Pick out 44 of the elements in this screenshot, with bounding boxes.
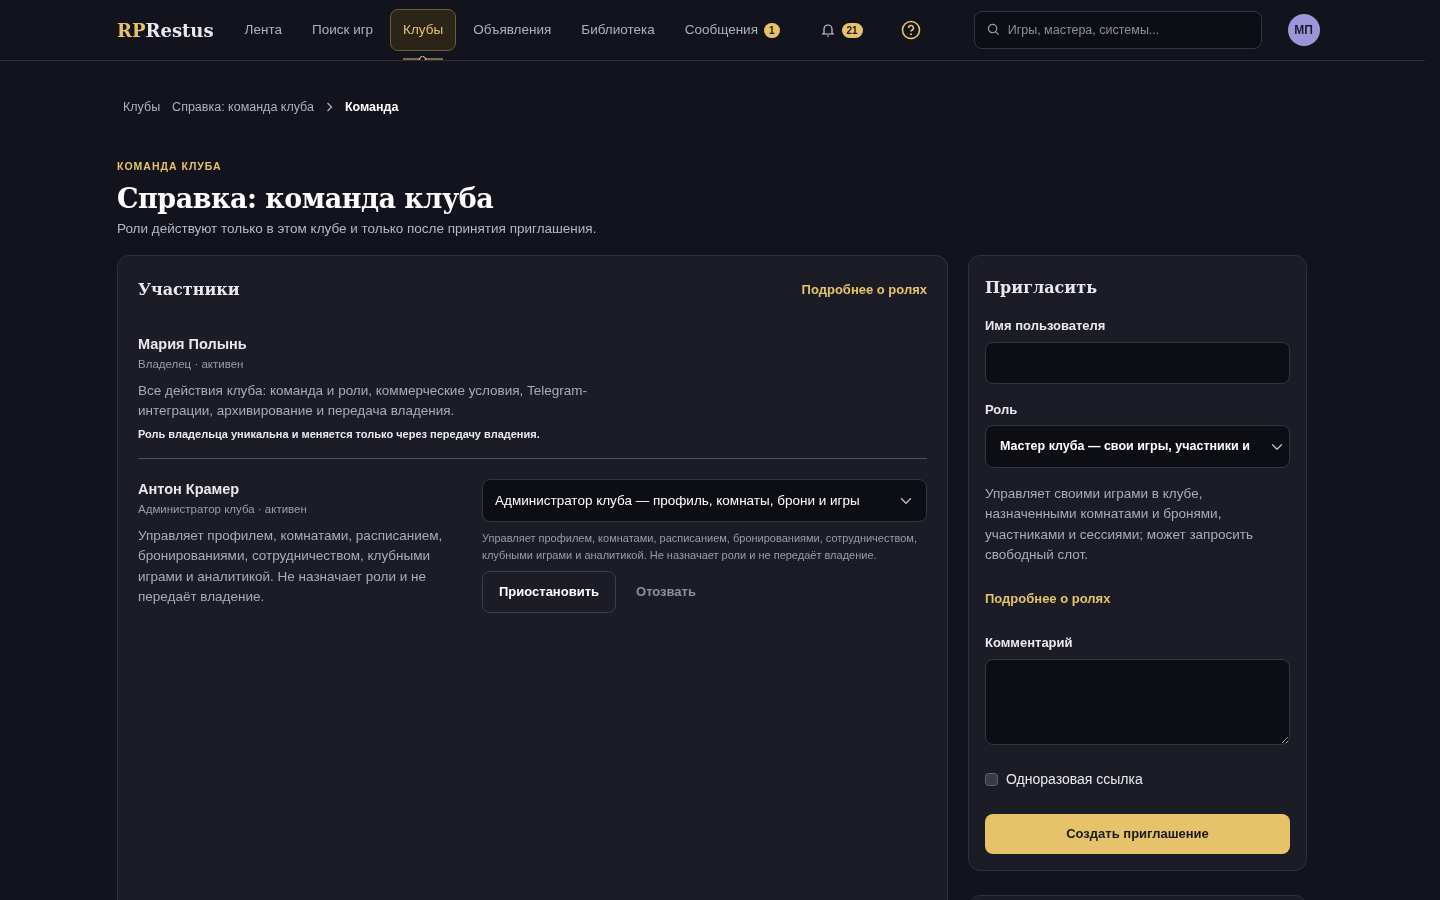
help-icon bbox=[900, 20, 921, 40]
nav-link[interactable]: Лента bbox=[231, 8, 295, 52]
nav-link[interactable]: Поиск игр bbox=[298, 8, 387, 52]
page-title: Справка: команда клуба bbox=[117, 182, 495, 215]
member-name: Мария Полынь bbox=[138, 335, 248, 355]
search-input[interactable]: Игры, мастера, системы... bbox=[973, 11, 1262, 49]
roles-link[interactable]: Подробнее о ролях bbox=[801, 280, 927, 300]
field-label: Роль bbox=[985, 400, 1019, 419]
nav-link[interactable]: Сообщения 1 bbox=[671, 8, 793, 52]
breadcrumb-link[interactable]: Клубы bbox=[123, 98, 161, 117]
role-hint: Управляет профилем, комнатами, расписанием, бронированиями, сотрудничеством, клубными играми и аналитикой. Не назначает роли и не передаёт владение. bbox=[482, 531, 918, 563]
suspend-button[interactable]: Приостановить bbox=[482, 571, 616, 613]
owner-note: Роль владельца уникальна и меняется только через передачу владения. bbox=[138, 426, 541, 442]
logo[interactable]: RPRestus bbox=[117, 16, 214, 44]
breadcrumb-link[interactable]: Справка: команда клуба bbox=[172, 98, 314, 117]
field-label: Имя пользователя bbox=[985, 317, 1107, 336]
nav-link[interactable]: Объявления bbox=[460, 8, 565, 52]
one-time-checkbox[interactable] bbox=[985, 772, 998, 786]
user-avatar[interactable]: МП bbox=[1287, 14, 1320, 46]
revoke-button[interactable]: Отозвать bbox=[624, 571, 708, 613]
nav-link[interactable]: Библиотека bbox=[568, 8, 668, 52]
field-label: Комментарий bbox=[985, 634, 1074, 653]
section-title: Участники bbox=[138, 279, 240, 302]
notifications-button[interactable]: 21 bbox=[806, 11, 876, 49]
member-meta: Владелец · активен bbox=[138, 356, 245, 372]
roles-link[interactable]: Подробнее о ролях bbox=[985, 589, 1111, 609]
count-badge: 1 bbox=[763, 22, 780, 38]
member-description: Управляет профилем, комнатами, расписанием, бронированиями, сотрудничеством, клубными играми и аналитикой. Не назначает роли и не передаёт владение. bbox=[138, 527, 444, 606]
member-name: Антон Крамер bbox=[138, 480, 241, 500]
page-subtitle: Роли действуют только в этом клубе и только после принятия приглашения. bbox=[117, 219, 598, 238]
member-meta: Администратор клуба · активен bbox=[138, 501, 308, 517]
role-select[interactable]: Администратор клуба — профиль, комнаты, брони и игры bbox=[482, 479, 927, 523]
count-badge: 21 bbox=[841, 22, 863, 38]
chevron-icon bbox=[325, 102, 333, 113]
create-invite-button[interactable]: Создать приглашение bbox=[985, 813, 1290, 854]
role-select[interactable]: Мастер клуба — свои игры, участники и bbox=[985, 425, 1290, 469]
username-field[interactable] bbox=[985, 341, 1290, 384]
section-title: Пригласить bbox=[985, 277, 1098, 300]
role-hint: Управляет своими играми в клубе, назначенными комнатами и бронями, участниками и сессиями; может запросить свободный слот. bbox=[985, 485, 1254, 564]
checkbox-label: Одноразовая ссылка bbox=[1006, 769, 1143, 789]
bell-icon bbox=[819, 22, 836, 38]
comment-field[interactable] bbox=[985, 658, 1290, 745]
eyebrow-label: КОМАНДА КЛУБА bbox=[117, 158, 223, 174]
member-description: Все действия клуба: команда и роли, коммерческие условия, Telegram-интеграции, архивирование и передача владения. bbox=[138, 382, 589, 421]
